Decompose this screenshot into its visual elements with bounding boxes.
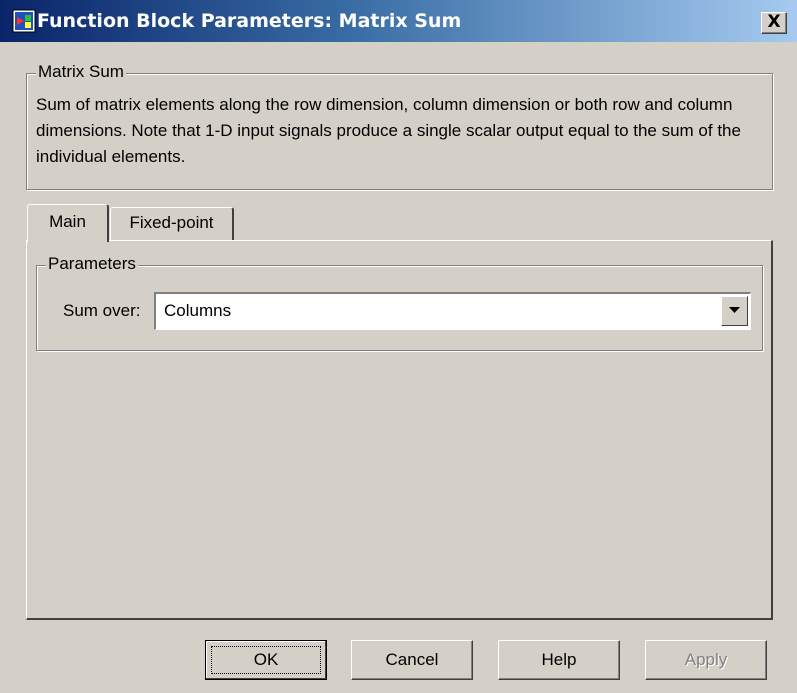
apply-button[interactable]: Apply bbox=[645, 640, 767, 680]
tab-main[interactable]: Main bbox=[27, 204, 109, 242]
close-button[interactable]: X bbox=[761, 12, 787, 34]
sum-over-value: Columns bbox=[164, 301, 232, 320]
tab-fixed-point[interactable]: Fixed-point bbox=[110, 207, 234, 240]
cancel-button[interactable]: Cancel bbox=[351, 640, 473, 680]
ok-button[interactable]: OK bbox=[205, 640, 327, 680]
sum-over-label: Sum over: bbox=[63, 301, 141, 320]
ok-button-label: OK bbox=[211, 646, 321, 674]
block-description: Sum of matrix elements along the row dim… bbox=[36, 95, 741, 166]
window-title: Function Block Parameters: Matrix Sum bbox=[37, 10, 462, 32]
help-button[interactable]: Help bbox=[498, 640, 620, 680]
dropdown-arrow-button[interactable] bbox=[721, 296, 748, 326]
sum-over-dropdown[interactable]: Columns bbox=[154, 292, 751, 330]
chevron-down-icon bbox=[729, 307, 740, 313]
tab-fixed-point-label: Fixed-point bbox=[129, 213, 214, 232]
simulink-block-icon bbox=[12, 9, 36, 33]
title-bar[interactable]: Function Block Parameters: Matrix Sum X bbox=[0, 0, 797, 42]
parameters-group-legend: Parameters bbox=[46, 254, 138, 274]
description-group-legend: Matrix Sum bbox=[36, 62, 126, 82]
tab-main-label: Main bbox=[49, 212, 86, 231]
